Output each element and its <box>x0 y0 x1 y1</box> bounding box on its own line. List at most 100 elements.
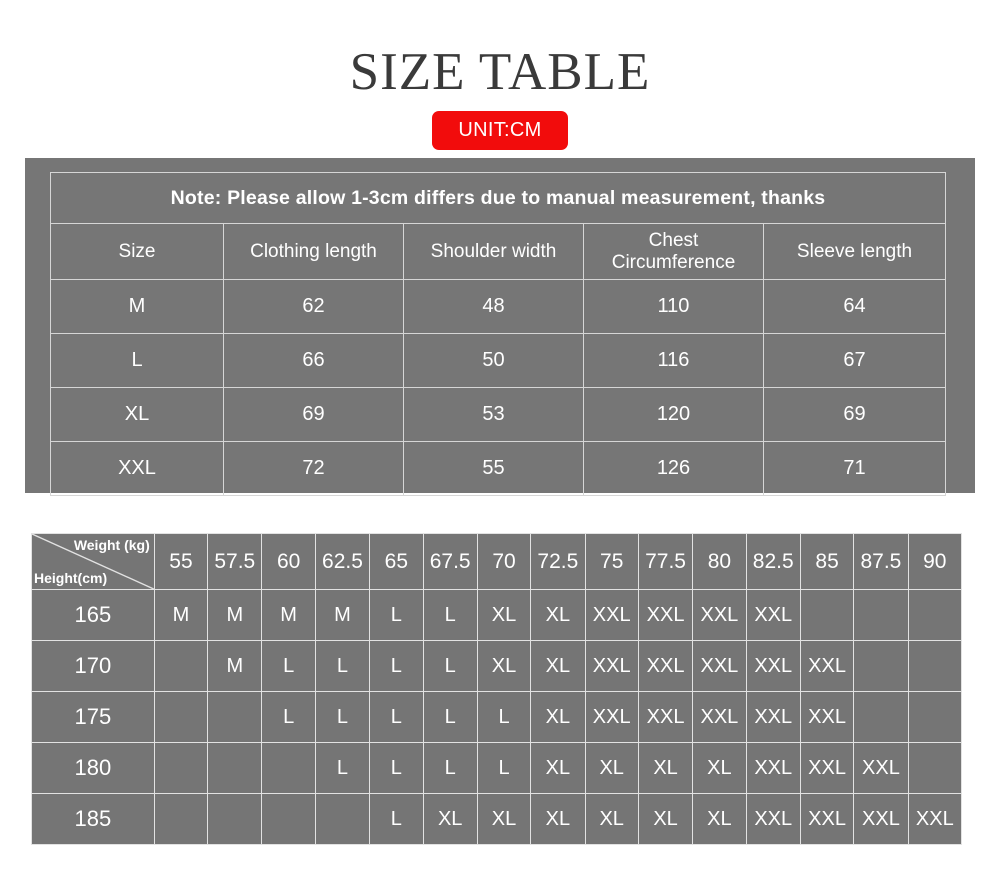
size-cell: XXL <box>745 793 801 845</box>
size-cell: L <box>476 742 532 794</box>
cell-clothing-length: 72 <box>223 441 404 496</box>
size-cell: XXL <box>853 742 909 794</box>
table-row: L 66 50 116 67 <box>50 333 946 388</box>
size-cell: L <box>261 640 316 692</box>
size-cell <box>853 691 909 743</box>
table-row: 165 M M M M L L XL XL XXL XXL XXL XXL <box>31 589 963 641</box>
cell-sleeve-length: 71 <box>763 441 946 496</box>
weight-header: 65 <box>369 533 424 590</box>
size-cell: L <box>314 640 371 692</box>
table-row: XXL 72 55 126 71 <box>50 441 946 496</box>
weight-header: 85 <box>799 533 855 590</box>
size-cell <box>261 742 316 794</box>
column-header-shoulder-width: Shoulder width <box>403 223 584 280</box>
cell-sleeve-length: 64 <box>763 279 946 334</box>
size-cell: XXL <box>799 640 855 692</box>
size-cell <box>153 691 209 743</box>
height-header: 170 <box>31 640 155 692</box>
axis-label-weight: Weight (kg) <box>73 537 150 553</box>
size-cell: XXL <box>745 691 801 743</box>
size-cell: XXL <box>692 691 747 743</box>
size-cell <box>207 793 263 845</box>
size-cell: XXL <box>745 742 801 794</box>
size-cell <box>907 589 963 641</box>
size-cell: L <box>422 742 478 794</box>
size-cell: XXL <box>692 640 747 692</box>
axis-label-height: Height(cm) <box>34 570 108 586</box>
size-cell: XL <box>530 691 586 743</box>
table-row: 170 M L L L L XL XL XXL XXL XXL XXL XXL <box>31 640 963 692</box>
size-cell: XL <box>584 793 639 845</box>
cell-size: XXL <box>50 441 224 496</box>
cell-chest-circumference: 110 <box>583 279 764 334</box>
weight-header: 77.5 <box>637 533 694 590</box>
header-block: SIZE TABLE UNIT:CM <box>0 44 1000 150</box>
size-cell <box>207 691 263 743</box>
cell-clothing-length: 69 <box>223 387 404 442</box>
cell-chest-circumference: 126 <box>583 441 764 496</box>
size-cell: XXL <box>745 640 801 692</box>
size-cell: XL <box>692 793 747 845</box>
measurement-table: Note: Please allow 1-3cm differs due to … <box>50 172 946 496</box>
measurement-header-row: Size Clothing length Shoulder width Ches… <box>50 223 946 280</box>
cell-sleeve-length: 69 <box>763 387 946 442</box>
size-cell: XXL <box>584 589 639 641</box>
recommendation-header-row: Weight (kg) Height(cm) 55 57.5 60 62.5 6… <box>31 533 963 590</box>
size-cell <box>799 589 855 641</box>
weight-header: 80 <box>692 533 747 590</box>
size-cell: M <box>153 589 209 641</box>
height-header: 180 <box>31 742 155 794</box>
size-cell: XXL <box>584 691 639 743</box>
size-cell: L <box>476 691 532 743</box>
cell-sleeve-length: 67 <box>763 333 946 388</box>
size-cell: XXL <box>637 589 694 641</box>
weight-header: 72.5 <box>530 533 586 590</box>
height-header: 165 <box>31 589 155 641</box>
size-cell: XL <box>530 589 586 641</box>
size-cell: M <box>261 589 316 641</box>
size-cell: L <box>422 589 478 641</box>
size-cell: XL <box>476 589 532 641</box>
column-header-sleeve-length: Sleeve length <box>763 223 946 280</box>
size-cell <box>907 691 963 743</box>
size-cell: XXL <box>745 589 801 641</box>
recommendation-table-body: Weight (kg) Height(cm) 55 57.5 60 62.5 6… <box>31 533 963 845</box>
size-cell <box>907 742 963 794</box>
size-cell: L <box>369 640 424 692</box>
size-cell: XL <box>422 793 478 845</box>
size-cell: XL <box>530 793 586 845</box>
measurement-table-panel: Note: Please allow 1-3cm differs due to … <box>25 158 975 496</box>
size-cell: M <box>314 589 371 641</box>
measurement-note: Note: Please allow 1-3cm differs due to … <box>50 172 946 224</box>
column-header-chest-circumference: Chest Circumference <box>583 223 764 280</box>
size-cell <box>907 640 963 692</box>
size-cell <box>153 640 209 692</box>
cell-size: L <box>50 333 224 388</box>
cell-size: M <box>50 279 224 334</box>
chest-header-line-2: Circumference <box>611 251 736 273</box>
cell-clothing-length: 62 <box>223 279 404 334</box>
page-title: SIZE TABLE <box>349 43 651 101</box>
weight-header: 67.5 <box>422 533 478 590</box>
size-cell: XL <box>530 742 586 794</box>
size-cell <box>853 640 909 692</box>
size-cell <box>153 742 209 794</box>
size-cell: XXL <box>584 640 639 692</box>
cell-clothing-length: 66 <box>223 333 404 388</box>
size-cell <box>261 793 316 845</box>
column-header-clothing-length: Clothing length <box>223 223 404 280</box>
weight-header: 70 <box>476 533 532 590</box>
height-header: 185 <box>31 793 155 845</box>
size-cell: M <box>207 640 263 692</box>
size-cell <box>853 589 909 641</box>
table-row: M 62 48 110 64 <box>50 279 946 334</box>
size-cell: XL <box>692 742 747 794</box>
size-cell: XL <box>584 742 639 794</box>
weight-header: 62.5 <box>314 533 371 590</box>
note-row: Note: Please allow 1-3cm differs due to … <box>50 172 946 224</box>
table-row: XL 69 53 120 69 <box>50 387 946 442</box>
weight-header: 55 <box>153 533 209 590</box>
cell-shoulder-width: 55 <box>403 441 584 496</box>
chest-header-line-1: Chest <box>648 229 699 251</box>
size-cell: XL <box>637 793 694 845</box>
